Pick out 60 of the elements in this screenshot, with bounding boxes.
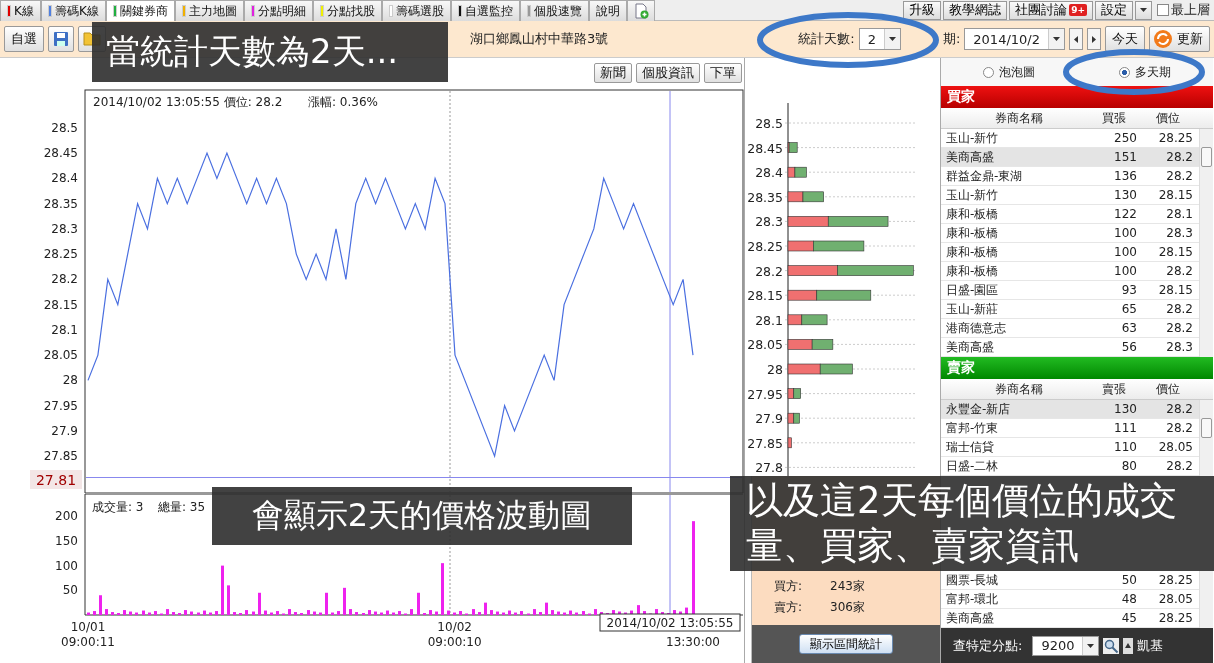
axis-tick-label: 27.85	[43, 449, 78, 464]
price-level-label: 28.3	[755, 214, 783, 230]
sellers-count: 306家	[830, 599, 865, 616]
axis-tick-label: 28.05	[43, 348, 78, 363]
radio-label: 多天期	[1135, 63, 1171, 81]
price-level-label: 28.15	[747, 288, 783, 304]
axis-tick-label: 50	[62, 583, 78, 598]
axis-tick-label: 150	[55, 533, 78, 548]
price-level-label: 28.35	[747, 189, 783, 205]
price-level-label: 28	[767, 362, 783, 377]
time-axis-label: 10/02 09:00:10	[427, 620, 482, 649]
axis-tick-label: 28.2	[51, 272, 78, 287]
days-label: 統計天數:	[798, 30, 855, 48]
axis-tick-label: 28.5	[51, 120, 78, 135]
caption: 以及這2天每個價位的成交量、買家、賣家資訊	[730, 476, 1214, 571]
price-level-label: 28.45	[747, 140, 783, 156]
price-level-label: 28.25	[747, 239, 783, 254]
axis-tick-label: 28.45	[43, 146, 78, 161]
time-axis-label: 13:30:00	[666, 635, 720, 649]
cursor-time-label: 2014/10/02 13:05:55	[599, 613, 741, 632]
axis-tick-label: 27.9	[51, 423, 78, 438]
address-text: 湖口鄉鳳山村中華路3號	[470, 30, 609, 48]
volume-text: 成交量: 3	[92, 500, 144, 514]
broker-search-label: 查特定分點:	[953, 636, 1023, 655]
price-level-label: 28.5	[755, 116, 783, 131]
axis-tick-label: 28.4	[51, 171, 78, 186]
table-title-bar: 賣家	[941, 357, 1213, 379]
axis-tick-label: 200	[55, 509, 78, 524]
axis-tick-label: 28.3	[51, 221, 78, 236]
broker-name: 凱基	[1137, 636, 1164, 655]
axis-tick-label: 100	[55, 558, 78, 573]
caption: 會顯示2天的價格波動圖	[212, 487, 632, 545]
low-price-marker: 27.81	[30, 470, 82, 489]
axis-tick-label: 28.35	[43, 196, 78, 211]
price-info-text: 2014/10/02 13:05:55 價位: 28.2	[93, 95, 283, 109]
price-level-label: 28.2	[755, 263, 783, 279]
buyers-count: 243家	[830, 578, 865, 595]
time-axis-label: 10/01 09:00:11	[61, 620, 115, 649]
price-level-label: 28.4	[755, 165, 783, 181]
table-title-bar: 買家	[941, 86, 1213, 108]
price-level-label: 28.1	[755, 312, 783, 328]
price-level-label: 27.85	[747, 435, 783, 451]
axis-tick-label: 28.15	[43, 297, 78, 312]
buyers-label: 買方:	[774, 578, 803, 595]
price-level-label: 27.9	[755, 411, 783, 427]
total-volume-text: 總量: 35	[158, 500, 206, 514]
price-level-label: 27.8	[755, 460, 783, 476]
axis-tick-label: 27.95	[43, 398, 78, 413]
price-level-label: 28.05	[747, 337, 783, 353]
radio-label: 泡泡圖	[999, 63, 1035, 81]
sellers-label: 賣方:	[774, 599, 803, 616]
change-text: 漲幅: 0.36%	[308, 95, 378, 109]
axis-tick-label: 28	[62, 373, 78, 388]
price-level-label: 27.95	[747, 386, 783, 402]
axis-tick-label: 28.1	[51, 322, 78, 337]
caption: 當統計天數為2天...	[92, 22, 448, 82]
axis-tick-label: 28.25	[43, 247, 78, 262]
checkbox-label: 最上層	[1171, 1, 1210, 19]
date-label: 期:	[942, 30, 961, 48]
notification-badge: 9+	[1069, 4, 1087, 16]
